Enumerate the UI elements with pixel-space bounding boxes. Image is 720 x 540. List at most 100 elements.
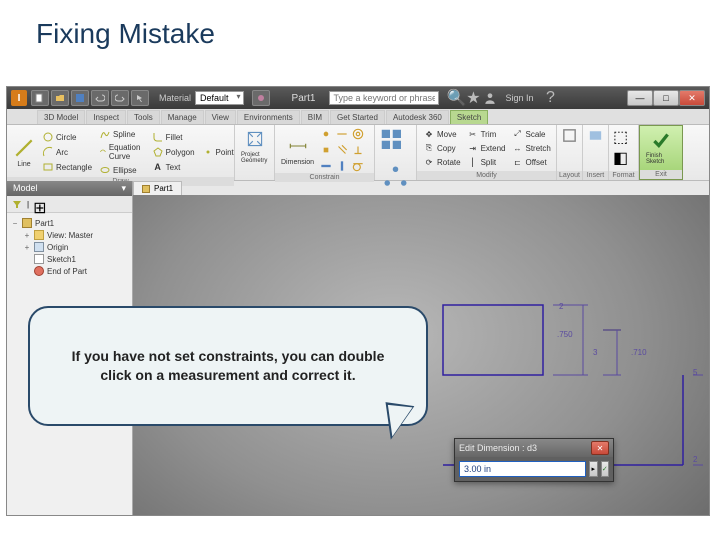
eqcurve-button[interactable]: Equation Curve [97,142,147,162]
dim-d5[interactable]: 5 [693,368,697,377]
line-button[interactable]: Line [11,136,37,169]
text-button[interactable]: AText [150,160,197,174]
arc-button[interactable]: Arc [40,145,94,159]
tree-origin[interactable]: +Origin [9,241,130,253]
tab-view[interactable]: View [205,110,236,124]
ellipse-button[interactable]: Ellipse [97,163,147,177]
constraint-horizontal-icon[interactable] [319,159,333,173]
dim-d1[interactable]: .750 [557,330,573,339]
minimize-button[interactable]: — [627,90,653,106]
qat-undo-icon[interactable] [91,90,109,106]
dim-d6[interactable]: 3 [593,348,597,357]
search-input[interactable] [329,91,439,105]
dim-d7[interactable]: 2 [693,455,697,464]
tab-sketch[interactable]: Sketch [450,110,488,124]
ribbon-group-layout: Layout [557,125,583,180]
browser-header[interactable]: Model▾ [7,181,132,196]
callout-tail [385,398,418,440]
search-icon[interactable]: 🔍 [449,91,463,105]
circle-button[interactable]: Circle [40,130,94,144]
constraint-fix-icon[interactable] [319,143,333,157]
close-button[interactable]: ✕ [679,90,705,106]
stretch-button[interactable]: ↔Stretch [509,141,552,155]
trim-button[interactable]: ✂Trim [465,127,508,141]
ribbon-group-draw: Line Circle Arc Rectangle Spline Equatio… [7,125,235,180]
tree-view[interactable]: +View: Master [9,229,130,241]
tab-inspect[interactable]: Inspect [86,110,126,124]
tab-environments[interactable]: Environments [237,110,300,124]
document-name: Part1 [292,93,316,104]
dimension-accept-icon[interactable]: ✓ [601,461,610,477]
split-button[interactable]: ⎮Split [465,155,508,169]
app-icon[interactable]: I [11,90,27,106]
constraint-concentric-icon[interactable] [351,127,365,141]
chevron-down-icon[interactable]: ▾ [121,183,126,194]
constraint-tangent-icon[interactable] [351,159,365,173]
dim-d2[interactable]: .710 [631,348,647,357]
qat-select-icon[interactable] [131,90,149,106]
ribbon-group-project: Project Geometry [235,125,275,180]
rotate-button[interactable]: ⟳Rotate [421,155,463,169]
spline-button[interactable]: Spline [97,127,147,141]
document-tab[interactable]: Part1 [133,181,182,195]
tab-3d-model[interactable]: 3D Model [37,110,85,124]
constraint-collinear-icon[interactable] [335,127,349,141]
view-icon[interactable]: ⊞ [33,198,45,210]
ribbon-tabs: 3D Model Inspect Tools Manage View Envir… [7,109,709,125]
dimension-button[interactable]: Dimension [279,134,316,167]
maximize-button[interactable]: □ [653,90,679,106]
tree-sketch[interactable]: Sketch1 [9,253,130,265]
constraint-vertical-icon[interactable] [335,159,349,173]
material-dropdown[interactable]: Default [195,91,244,105]
constraint-perpendicular-icon[interactable] [351,143,365,157]
dim-d4[interactable]: 2 [559,302,563,311]
dimension-value-input[interactable] [459,461,586,477]
ribbon-group-exit: Finish Sketch Exit [639,125,683,180]
scale-button[interactable]: ⤢Scale [509,127,552,141]
project-geometry-button[interactable]: Project Geometry [239,127,270,165]
copy-button[interactable]: ⎘Copy [421,141,463,155]
finish-sketch-button[interactable]: Finish Sketch [644,128,678,166]
tree-end[interactable]: End of Part [9,265,130,277]
format-icon-1[interactable]: ⬚ [613,127,634,147]
qat-save-icon[interactable] [71,90,89,106]
help-icon[interactable]: ? [543,91,557,105]
offset-button[interactable]: ⊏Offset [509,155,552,169]
appearance-icon[interactable] [252,90,270,106]
dialog-close-button[interactable]: ✕ [591,441,609,455]
extend-button[interactable]: ⇥Extend [465,141,508,155]
qat-redo-icon[interactable] [111,90,129,106]
dimension-dropdown-icon[interactable]: ▸ [589,461,598,477]
qat-new-icon[interactable] [31,90,49,106]
ribbon-group-modify: ✥Move ✂Trim ⤢Scale ⎘Copy ⇥Extend ↔Stretc… [417,125,557,180]
insert-icon[interactable] [587,127,604,144]
move-button[interactable]: ✥Move [421,127,463,141]
filter-icon[interactable] [11,198,23,210]
tree-part[interactable]: −Part1 [9,217,130,229]
constraint-coincident-icon[interactable] [319,127,333,141]
person-icon[interactable] [483,91,497,105]
callout-text: If you have not set constraints, you can… [60,347,396,385]
dialog-title: Edit Dimension : d3 [459,443,591,453]
point-button[interactable]: Point [200,145,236,159]
qat-open-icon[interactable] [51,90,69,106]
ribbon-group-pattern: Pattern [375,125,417,180]
tab-bim[interactable]: BIM [301,110,329,124]
instruction-callout: If you have not set constraints, you can… [28,306,428,426]
modify-group-label: Modify [417,171,556,180]
tab-autodesk360[interactable]: Autodesk 360 [386,110,449,124]
polygon-button[interactable]: Polygon [150,145,197,159]
dialog-titlebar[interactable]: Edit Dimension : d3 ✕ [455,439,613,457]
constraint-parallel-icon[interactable] [335,143,349,157]
star-icon[interactable]: ★ [466,91,480,105]
tab-manage[interactable]: Manage [161,110,204,124]
fillet-button[interactable]: Fillet [150,130,197,144]
signin-link[interactable]: Sign In [505,93,533,103]
browser-tree: −Part1 +View: Master +Origin Sketch1 End… [7,213,132,281]
pattern-rect-icon[interactable] [379,127,412,160]
tab-tools[interactable]: Tools [127,110,160,124]
tab-get-started[interactable]: Get Started [330,110,385,124]
format-icon-2[interactable]: ◧ [613,148,634,168]
rectangle-button[interactable]: Rectangle [40,160,94,174]
layout-icon[interactable] [561,127,578,144]
